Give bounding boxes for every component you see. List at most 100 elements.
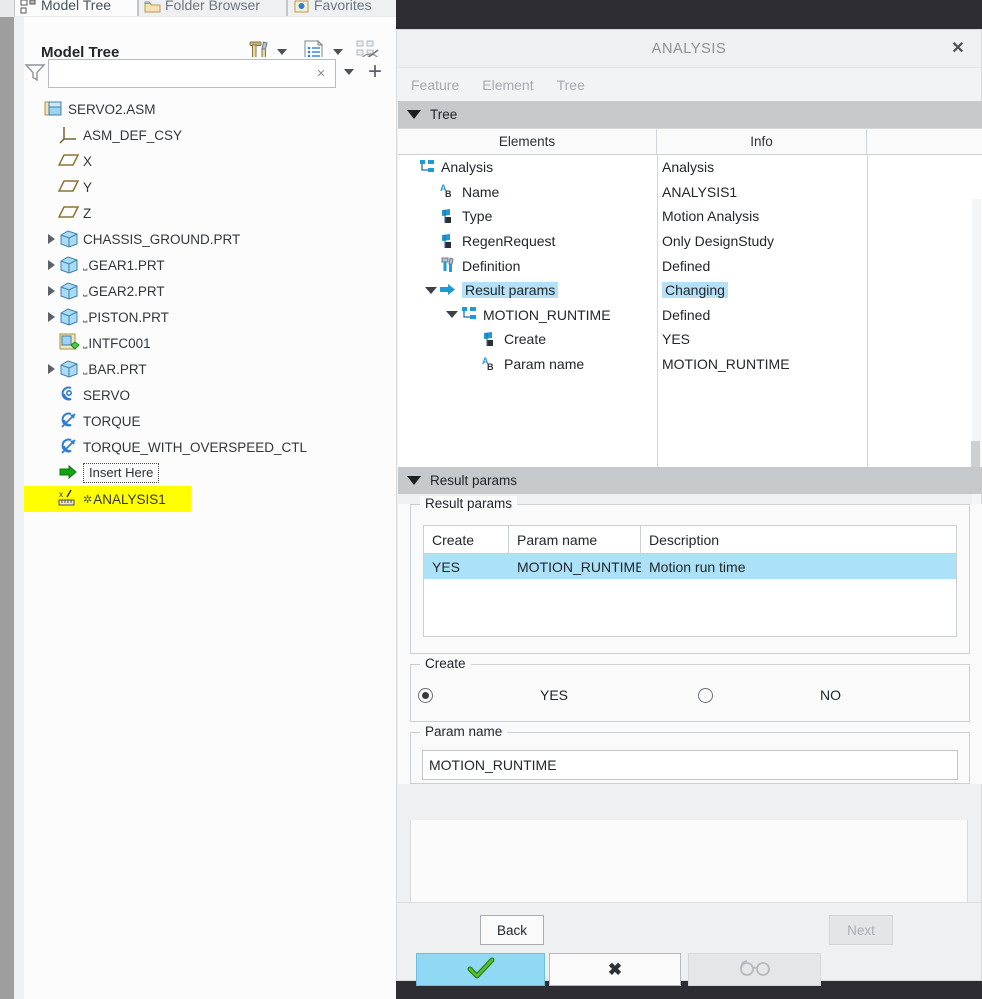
column-header-description[interactable]: Description: [641, 526, 956, 553]
tree-item-bar-prt[interactable]: ⎵ BAR.PRT: [24, 356, 396, 382]
search-input[interactable]: [49, 60, 335, 87]
radio-create-yes[interactable]: [418, 687, 433, 703]
chevron-down-icon[interactable]: [333, 49, 343, 55]
add-icon[interactable]: +: [364, 60, 386, 85]
element-row[interactable]: A B Param name MOTION_RUNTIME: [398, 352, 982, 377]
column-header-param-name[interactable]: Param name: [509, 526, 641, 553]
cell-param-name: MOTION_RUNTIME: [517, 558, 641, 575]
tree-item-piston-prt[interactable]: ⎵ PISTON.PRT: [24, 304, 396, 330]
insert-arrow-icon: [58, 462, 80, 484]
column-header-create[interactable]: Create: [424, 526, 509, 553]
tree-item-analysis1[interactable]: x ✲ ANALYSIS1: [24, 486, 396, 512]
dialog-titlebar: ANALYSIS ✕: [397, 30, 981, 68]
navigator-tabstrip: Model Tree Folder Browser Favorites: [0, 0, 396, 17]
radio-label-yes[interactable]: YES: [540, 687, 568, 703]
expand-arrow-icon[interactable]: [45, 304, 58, 330]
tree-item-x[interactable]: X: [24, 148, 396, 174]
collapse-triangle-icon[interactable]: [422, 286, 439, 294]
result-params-table[interactable]: Create Param name Description YES MOTION…: [423, 525, 957, 637]
tab-model-tree[interactable]: Model Tree: [14, 0, 138, 16]
tree-item-gear1-prt[interactable]: ⎵ GEAR1.PRT: [24, 252, 396, 278]
tree-item-label: GEAR2.PRT: [88, 283, 165, 299]
element-row[interactable]: MOTION_RUNTIME Defined: [398, 303, 982, 328]
back-button[interactable]: Back: [480, 915, 544, 945]
chevron-down-icon[interactable]: [407, 476, 421, 485]
tree-item-chassis-ground-prt[interactable]: CHASSIS_GROUND.PRT: [24, 226, 396, 252]
chevron-down-icon[interactable]: [344, 69, 354, 75]
expand-arrow-icon[interactable]: [45, 278, 58, 304]
filter-input-box[interactable]: ×: [48, 59, 336, 88]
info-cell: MOTION_RUNTIME: [657, 352, 867, 377]
tab-favorites[interactable]: Favorites: [287, 0, 396, 16]
element-row[interactable]: A B Name ANALYSIS1: [398, 180, 982, 205]
tree-item-label: CHASSIS_GROUND.PRT: [83, 231, 241, 247]
element-row[interactable]: RegenRequest Only DesignStudy: [398, 229, 982, 254]
folder-icon: [144, 0, 161, 14]
element-cell: Result params: [398, 278, 657, 303]
tree-item-label: INTFC001: [88, 335, 151, 351]
tree-item-label: GEAR1.PRT: [88, 257, 165, 273]
column-header-extra[interactable]: [867, 129, 982, 154]
close-icon[interactable]: ×: [313, 65, 329, 82]
tree-item-z[interactable]: Z: [24, 200, 396, 226]
element-row[interactable]: Type Motion Analysis: [398, 204, 982, 229]
info-cell: Defined: [657, 303, 867, 328]
param-name-field[interactable]: MOTION_RUNTIME: [422, 750, 958, 780]
element-cell: Type: [398, 204, 657, 229]
tab-label: Folder Browser: [165, 0, 260, 13]
info-cell: Motion Analysis: [657, 204, 867, 229]
element-row[interactable]: Create YES: [398, 327, 982, 352]
tree-item-y[interactable]: Y: [24, 174, 396, 200]
chevron-down-icon[interactable]: [407, 110, 421, 119]
element-label: Type: [462, 208, 493, 225]
expand-arrow-icon[interactable]: [45, 226, 58, 252]
info-cell: Defined: [657, 253, 867, 278]
radio-create-no[interactable]: [698, 687, 714, 703]
menu-item-element[interactable]: Element: [482, 77, 533, 93]
expander-placeholder: [45, 174, 58, 200]
tree-item-prefix-marker: ⎵: [83, 284, 88, 297]
tree-section-header[interactable]: Tree: [398, 101, 982, 128]
info-value: MOTION_RUNTIME: [662, 356, 790, 373]
cell-create: YES: [432, 558, 461, 575]
close-icon[interactable]: ✕: [949, 40, 967, 58]
section-title: Tree: [430, 107, 458, 122]
result-params-section: Result params Result params Create Param…: [398, 467, 982, 784]
tree-item-gear2-prt[interactable]: ⎵ GEAR2.PRT: [24, 278, 396, 304]
tree-item-servo2-asm[interactable]: SERVO2.ASM: [24, 96, 396, 122]
table-row[interactable]: YES MOTION_RUNTIME Motion run time: [424, 554, 956, 579]
tree-item-torque-with-overspeed-ctl[interactable]: TORQUE_WITH_OVERSPEED_CTL: [24, 434, 396, 460]
cancel-button[interactable]: ✖: [549, 953, 681, 986]
expand-arrow-icon[interactable]: [45, 356, 58, 382]
expand-arrow-icon[interactable]: [45, 252, 58, 278]
tree-item-servo[interactable]: SERVO: [24, 382, 396, 408]
string-param-icon: AB: [439, 182, 458, 201]
info-cell: ANALYSIS1: [657, 180, 867, 205]
menu-item-feature[interactable]: Feature: [411, 77, 459, 93]
collapse-triangle-icon[interactable]: [443, 311, 460, 319]
tree-item-torque[interactable]: TORQUE: [24, 408, 396, 434]
element-row[interactable]: Analysis Analysis: [398, 155, 982, 180]
element-row[interactable]: Result params Changing: [398, 278, 982, 303]
result-params-section-header[interactable]: Result params: [398, 467, 982, 494]
column-header-elements[interactable]: Elements: [398, 129, 657, 154]
menu-item-tree[interactable]: Tree: [557, 77, 585, 93]
element-row[interactable]: Definition Defined: [398, 253, 982, 278]
tree-item-intfc001[interactable]: ⎵ INTFC001: [24, 330, 396, 356]
elements-table[interactable]: Elements Info Analysis Analysis A B Name ANAL…: [398, 128, 982, 467]
chevron-down-icon[interactable]: [277, 49, 287, 55]
element-cell: Create: [398, 327, 657, 352]
ok-button[interactable]: [416, 953, 545, 986]
tree-item-asm-def-csy[interactable]: ASM_DEF_CSY: [24, 122, 396, 148]
column-header-info[interactable]: Info: [657, 129, 867, 154]
model-tree-list[interactable]: SERVO2.ASM ASM_DEF_CSY X Y Z CHASSIS_GROUND.P…: [24, 96, 396, 976]
tree-item-label: SERVO: [83, 387, 131, 403]
string-param-icon: AB: [481, 355, 500, 374]
tree-item-insert-here[interactable]: Insert Here: [24, 460, 396, 486]
tab-folder-browser[interactable]: Folder Browser: [138, 0, 287, 16]
result-params-group: Result params Create Param name Descript…: [410, 496, 970, 654]
tree-item-prefix-marker: ⎵: [83, 258, 88, 271]
radio-label-no[interactable]: NO: [820, 687, 841, 703]
table-header-row: Create Param name Description: [424, 526, 956, 554]
